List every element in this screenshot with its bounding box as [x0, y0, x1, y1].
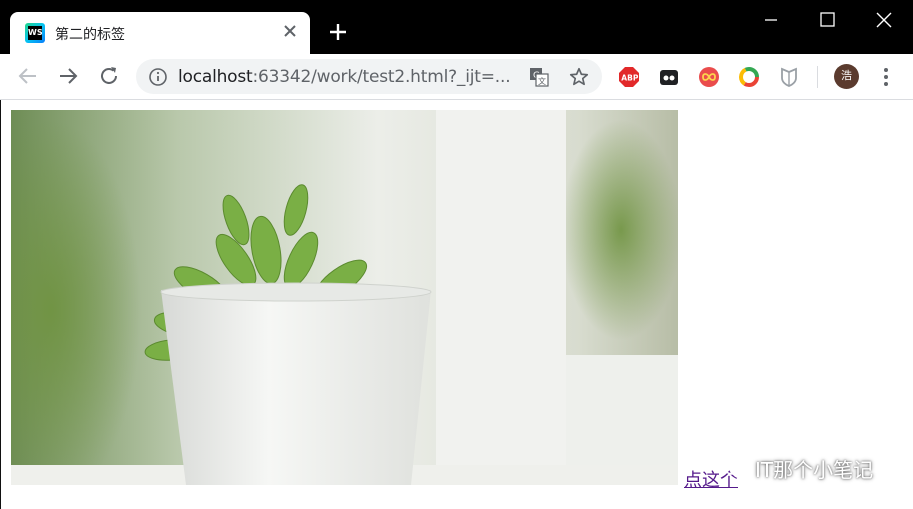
abp-label: ABP: [621, 74, 639, 83]
minimize-icon[interactable]: [759, 10, 783, 30]
close-icon[interactable]: [280, 21, 300, 41]
title-bar: WS 第二的标签: [0, 0, 913, 54]
chrome-ring-icon[interactable]: [738, 66, 760, 88]
succulent-photo: [11, 110, 678, 485]
watermark-text: IT那个小笔记: [755, 458, 874, 482]
translate-icon[interactable]: G文: [529, 67, 549, 87]
url-text[interactable]: localhost:63342/work/test2.html?_ijt=...: [178, 67, 511, 87]
wechat-icon: [723, 458, 748, 478]
reload-icon[interactable]: [97, 64, 121, 88]
url-host: localhost: [178, 67, 253, 87]
bookmark-star-icon[interactable]: [568, 66, 590, 88]
adblock-plus-icon[interactable]: ABP: [618, 66, 640, 88]
maximize-icon[interactable]: [815, 10, 839, 30]
tab-active[interactable]: WS 第二的标签: [10, 12, 310, 54]
profile-avatar[interactable]: 浩: [834, 64, 859, 89]
more-vert-icon[interactable]: [876, 66, 896, 88]
svg-text:文: 文: [538, 76, 546, 86]
new-tab-plus-icon[interactable]: [326, 20, 350, 44]
browser-toolbar: localhost:63342/work/test2.html?_ijt=...…: [0, 54, 913, 100]
favicon-label: WS: [28, 26, 43, 40]
forward-arrow-icon[interactable]: [56, 64, 80, 88]
info-icon[interactable]: [148, 67, 168, 87]
back-arrow-icon[interactable]: [16, 64, 40, 88]
page-content: 点这个 IT那个小笔记: [0, 100, 913, 509]
extension-infinity-icon[interactable]: [698, 66, 720, 88]
shield-extension-icon[interactable]: [778, 66, 800, 88]
webstorm-favicon-icon: WS: [25, 23, 45, 43]
tab-title: 第二的标签: [55, 27, 125, 43]
address-bar[interactable]: localhost:63342/work/test2.html?_ijt=...…: [136, 59, 602, 94]
toolbar-separator: [817, 66, 818, 88]
window-close-icon[interactable]: [872, 10, 896, 30]
watermark: IT那个小笔记: [723, 454, 873, 483]
extension-black-icon[interactable]: [658, 66, 680, 88]
url-path: :63342/work/test2.html?_ijt=...: [252, 67, 511, 87]
